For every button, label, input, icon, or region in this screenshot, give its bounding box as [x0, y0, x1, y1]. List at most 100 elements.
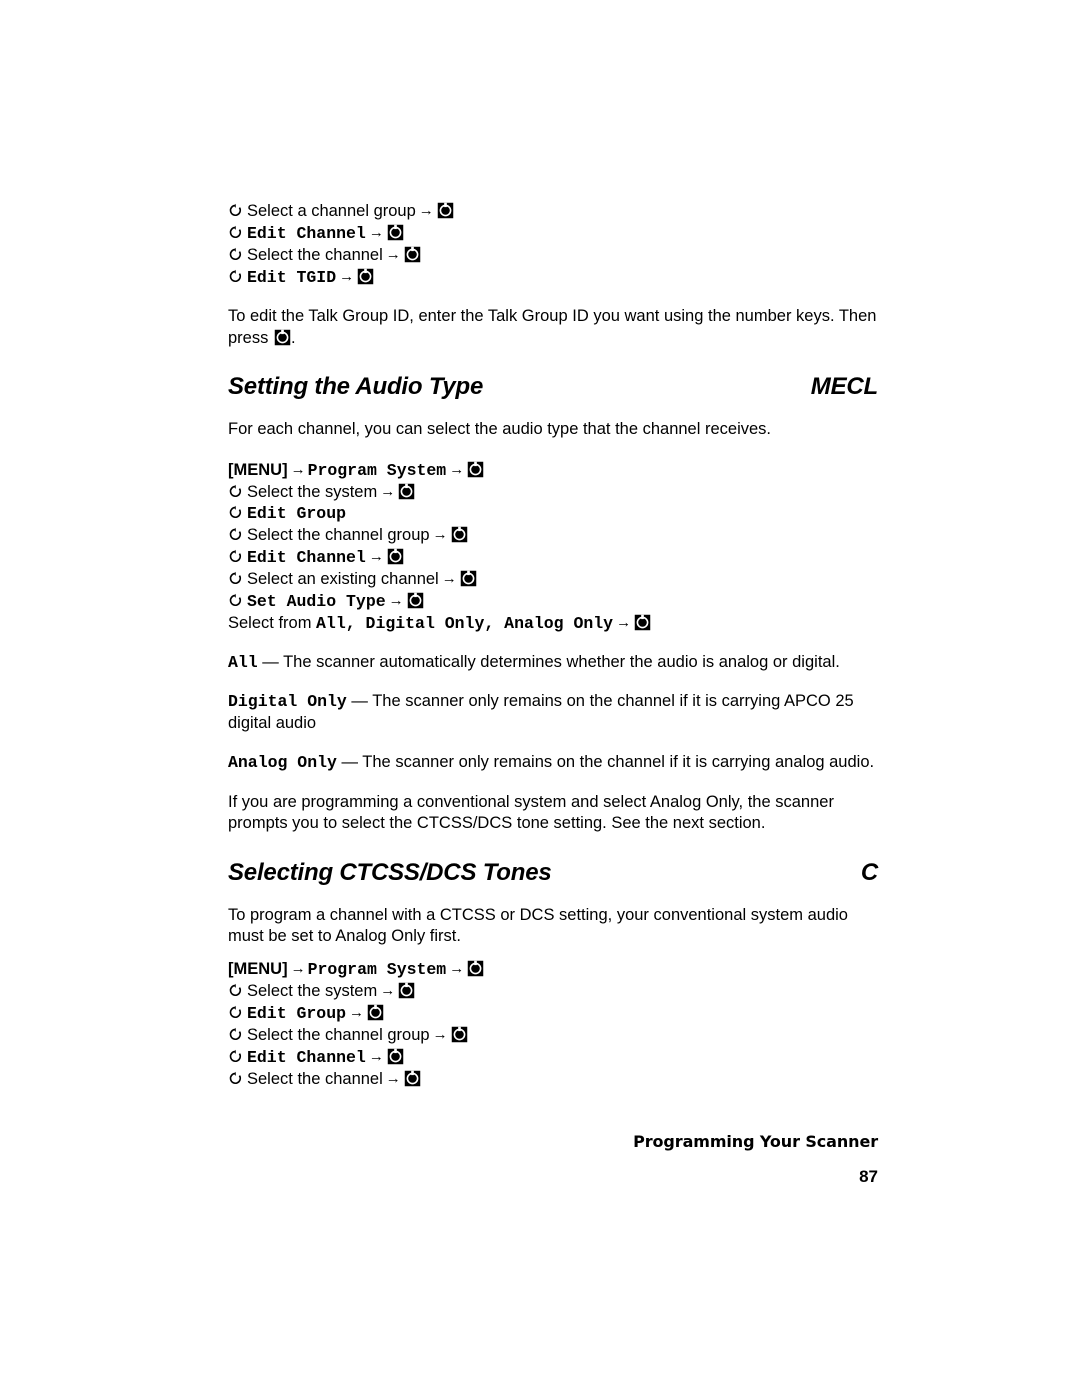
step-text: Select the channel: [247, 1069, 383, 1088]
step-text: Select the channel group: [247, 525, 430, 544]
tgid-paragraph: To edit the Talk Group ID, enter the Tal…: [228, 306, 878, 349]
step-text: Set Audio Type: [247, 591, 386, 611]
definition-term: All: [228, 652, 258, 672]
arrow-icon: →: [290, 959, 306, 977]
audio-type-options: All, Digital Only, Analog Only: [316, 613, 614, 633]
step-line: Edit Channel →: [228, 222, 878, 244]
step-text: Select an existing channel: [247, 569, 439, 588]
step-text: Select the channel: [247, 246, 383, 264]
arrow-icon: →: [368, 1047, 384, 1065]
e-knob-icon: [451, 1026, 468, 1043]
e-knob-icon: [467, 461, 484, 478]
arrow-icon: →: [368, 224, 384, 241]
step-line: Edit Group →: [228, 1002, 878, 1024]
audio-closing-paragraph: If you are programming a conventional sy…: [228, 792, 834, 833]
section-tag-audio: MECL: [810, 373, 878, 400]
e-knob-icon: [274, 329, 291, 346]
rotate-knob-icon: [228, 549, 243, 565]
definition-digital-only: Digital Only — The scanner only remains …: [228, 691, 878, 734]
manual-page: Select a channel group → Edit Channel → Se…: [0, 0, 1080, 1397]
rotate-knob-icon: [228, 269, 243, 285]
step-line: Select the channel group →: [228, 1024, 878, 1046]
arrow-icon: →: [449, 959, 465, 977]
step-line: Edit Group: [228, 503, 878, 524]
step-text: Edit Group: [247, 503, 347, 523]
ctcss-intro: To program a channel with a CTCSS or DCS…: [228, 905, 848, 946]
arrow-icon: →: [385, 1069, 401, 1087]
definition-term: Digital Only: [228, 692, 347, 711]
step-line: Edit Channel →: [228, 546, 878, 568]
step-line: Select the system →: [228, 980, 878, 1002]
rotate-knob-icon: [228, 1049, 243, 1065]
rotate-knob-icon: [228, 247, 243, 263]
definition-dash: —: [336, 753, 363, 771]
e-knob-icon: [437, 202, 454, 219]
arrow-icon: →: [432, 1025, 448, 1043]
definition-text: The scanner only remains on the channel …: [362, 753, 875, 771]
rotate-knob-icon: [228, 505, 243, 521]
e-knob-icon: [398, 483, 415, 500]
menu-key-label: [MENU]: [228, 460, 288, 479]
footer-section-title: Programming Your Scanner: [633, 1132, 878, 1151]
step-line: Select the channel →: [228, 244, 878, 266]
e-knob-icon: [357, 268, 374, 285]
arrow-icon: →: [441, 569, 457, 587]
step-text: Select the system: [247, 981, 378, 1000]
step-text: Edit Channel: [247, 224, 366, 243]
step-line: Edit Channel →: [228, 1046, 878, 1068]
audio-step-list: [MENU] → Program System → Select the system…: [228, 459, 878, 634]
step-text: Select the channel group: [247, 1025, 430, 1044]
arrow-icon: →: [385, 246, 401, 263]
e-knob-icon: [467, 960, 484, 977]
step-line: Set Audio Type →: [228, 590, 878, 612]
e-knob-icon: [387, 1048, 404, 1065]
arrow-icon: →: [418, 202, 434, 219]
rotate-knob-icon: [228, 1005, 243, 1021]
step-line: Select an existing channel →: [228, 568, 878, 590]
rotate-knob-icon: [228, 1071, 243, 1087]
step-text: Program System: [307, 959, 447, 979]
step-line: [MENU] → Program System →: [228, 459, 878, 481]
top-step-list: Select a channel group → Edit Channel → Se…: [228, 200, 878, 288]
select-from-prefix: Select from: [228, 613, 317, 632]
definition-dash: —: [346, 692, 373, 710]
arrow-icon: →: [432, 525, 448, 543]
audio-intro: For each channel, you can select the aud…: [228, 420, 772, 438]
step-text: Select a channel group: [247, 202, 416, 220]
step-text: Select the system: [247, 482, 378, 501]
footer-page-number: 87: [859, 1167, 878, 1186]
step-text: Edit Channel: [247, 547, 366, 567]
e-knob-icon: [367, 1004, 384, 1021]
definition-analog-only: Analog Only — The scanner only remains o…: [228, 752, 878, 774]
page-title-audio: Setting the Audio Type: [228, 373, 484, 400]
arrow-icon: →: [349, 1003, 365, 1021]
step-line: Select the channel →: [228, 1068, 878, 1090]
arrow-icon: →: [616, 613, 632, 631]
select-from-line: Select from All, Digital Only, Analog On…: [228, 612, 878, 634]
rotate-knob-icon: [228, 484, 243, 500]
definition-term: Analog Only: [228, 753, 337, 772]
step-line: [MENU] → Program System →: [228, 958, 878, 980]
page-title-ctcss: Selecting CTCSS/DCS Tones: [228, 858, 552, 886]
e-knob-icon: [634, 614, 651, 631]
e-knob-icon: [404, 246, 421, 263]
step-line: Select a channel group →: [228, 200, 878, 222]
e-knob-icon: [407, 592, 424, 609]
step-line: Select the channel group →: [228, 524, 878, 546]
menu-key-label: [MENU]: [228, 959, 288, 978]
step-line: Select the system →: [228, 481, 878, 503]
arrow-icon: →: [380, 981, 396, 999]
definition-text: The scanner automatically determines whe…: [283, 652, 840, 671]
arrow-icon: →: [368, 547, 384, 565]
step-line: Edit TGID →: [228, 266, 878, 288]
rotate-knob-icon: [228, 203, 243, 219]
tgid-paragraph-period: .: [290, 328, 296, 347]
ctcss-section-header: Selecting CTCSS/DCS Tones C: [228, 859, 878, 887]
e-knob-icon: [460, 570, 477, 587]
e-knob-icon: [404, 1070, 421, 1087]
arrow-icon: →: [380, 482, 396, 500]
step-text: Edit Channel: [247, 1047, 366, 1067]
e-knob-icon: [387, 548, 404, 565]
definition-all: All — The scanner automatically determin…: [228, 652, 878, 674]
e-knob-icon: [387, 224, 404, 241]
